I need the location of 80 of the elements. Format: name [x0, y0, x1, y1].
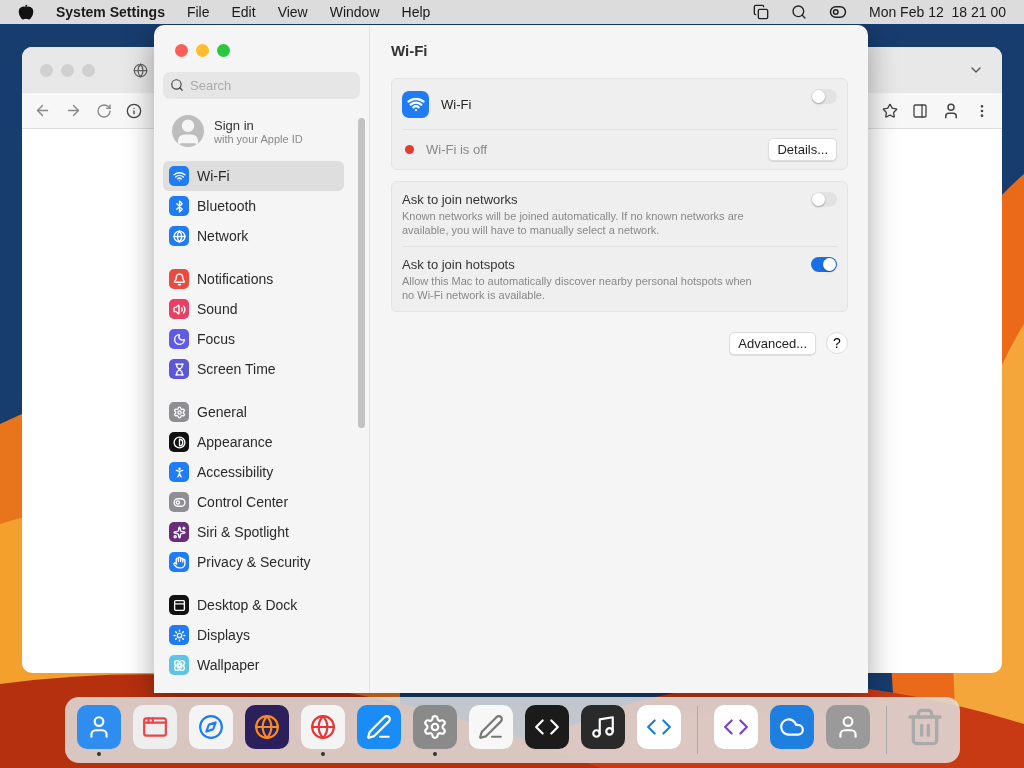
- notifications-icon: [169, 269, 189, 289]
- sidebar-item[interactable]: Control Center: [163, 487, 344, 517]
- sidebar-item[interactable]: Sound: [163, 294, 344, 324]
- control-center-icon[interactable]: [829, 3, 847, 21]
- sidebar-item[interactable]: Displays: [163, 620, 344, 650]
- option-title: Ask to join networks: [402, 192, 519, 207]
- profile-icon[interactable]: [942, 101, 960, 120]
- search-icon: [170, 78, 184, 92]
- menu-item[interactable]: File: [186, 4, 210, 20]
- menu-item[interactable]: Window: [329, 4, 380, 20]
- account-subtitle: with your Apple ID: [214, 132, 303, 145]
- sidebar-item[interactable]: General: [163, 397, 344, 427]
- menu-item[interactable]: View: [277, 4, 308, 20]
- back-icon[interactable]: [34, 102, 51, 119]
- network-icon: [169, 226, 189, 246]
- zoom-button[interactable]: [217, 44, 230, 57]
- reload-icon[interactable]: [96, 102, 112, 119]
- sidebar-item[interactable]: Privacy & Security: [163, 547, 344, 577]
- wifi-status: Wi-Fi is off: [426, 142, 489, 157]
- desktop-icon: [169, 595, 189, 615]
- windows-icon[interactable]: [753, 4, 769, 20]
- wifi-icon: [402, 90, 429, 118]
- appearance-icon: [169, 432, 189, 452]
- sidebar-item[interactable]: Siri & Spotlight: [163, 517, 344, 547]
- globe-icon: [133, 62, 148, 78]
- sidebar-item[interactable]: Focus: [163, 324, 344, 354]
- forward-icon[interactable]: [65, 102, 82, 119]
- menu-item[interactable]: Help: [401, 4, 431, 20]
- sidebar-item[interactable]: Wi-Fi: [163, 161, 344, 191]
- search-icon[interactable]: [791, 4, 807, 20]
- help-button[interactable]: ?: [826, 332, 848, 354]
- scrollbar[interactable]: [358, 118, 365, 428]
- toggle-switch[interactable]: [811, 89, 837, 104]
- sidebar-item[interactable]: Notifications: [163, 264, 344, 294]
- wallpaper-icon: [169, 655, 189, 675]
- close-button[interactable]: [175, 44, 188, 57]
- side-panel-icon[interactable]: [912, 102, 928, 119]
- wifi-label: Wi-Fi: [441, 96, 473, 112]
- wifi-icon: [169, 166, 189, 186]
- code-icon[interactable]: [637, 704, 681, 749]
- screentime-icon: [169, 359, 189, 379]
- compass-icon[interactable]: [189, 704, 233, 749]
- option-description: Allow this Mac to automatically discover nearby personal hotspots when no Wi-Fi network is available.: [402, 274, 753, 302]
- siri-icon: [169, 522, 189, 542]
- sidebar-item[interactable]: Appearance: [163, 427, 344, 457]
- clock[interactable]: Mon Feb 12 18 21 00: [869, 4, 1006, 20]
- sidebar-item[interactable]: Wallpaper: [163, 650, 344, 680]
- info-icon[interactable]: [126, 102, 142, 119]
- details-button[interactable]: Details...: [768, 138, 837, 161]
- sidebar-item[interactable]: Desktop & Dock: [163, 590, 344, 620]
- general-icon: [169, 402, 189, 422]
- apple-logo-icon[interactable]: [18, 4, 34, 20]
- search-field[interactable]: Search: [163, 72, 360, 99]
- bluetooth-icon: [169, 196, 189, 216]
- advanced-button[interactable]: Advanced...: [729, 332, 816, 355]
- displays-icon: [169, 625, 189, 645]
- sidebar-item[interactable]: Network: [163, 221, 344, 251]
- menu-item[interactable]: Edit: [231, 4, 256, 20]
- app-menu[interactable]: System Settings: [56, 4, 165, 20]
- privacy-icon: [169, 552, 189, 572]
- avatar-icon: [172, 115, 204, 147]
- toggle-switch[interactable]: [811, 192, 837, 207]
- star-icon[interactable]: [882, 102, 898, 119]
- option-title: Ask to join hotspots: [402, 257, 516, 272]
- sidebar-item[interactable]: Accessibility: [163, 457, 344, 487]
- guitar-icon[interactable]: [581, 704, 625, 749]
- option-description: Known networks will be joined automatically. If no known networks are available, you will have to manually select a network.: [402, 209, 745, 237]
- toggle-switch[interactable]: [811, 257, 837, 272]
- sound-icon: [169, 299, 189, 319]
- cloud-icon[interactable]: [770, 704, 814, 749]
- sidebar-item[interactable]: Screen Time: [163, 354, 344, 384]
- sidebar-item[interactable]: Bluetooth: [163, 191, 344, 221]
- focus-icon: [169, 329, 189, 349]
- account-title: Sign in: [214, 117, 255, 133]
- apple-id-item[interactable]: Sign in with your Apple ID: [163, 99, 360, 161]
- gear-icon[interactable]: [413, 704, 457, 749]
- pane-title: Wi-Fi: [391, 42, 429, 59]
- pen-icon[interactable]: [469, 704, 513, 749]
- accessibility-icon: [169, 462, 189, 482]
- controlcenter-icon: [169, 492, 189, 512]
